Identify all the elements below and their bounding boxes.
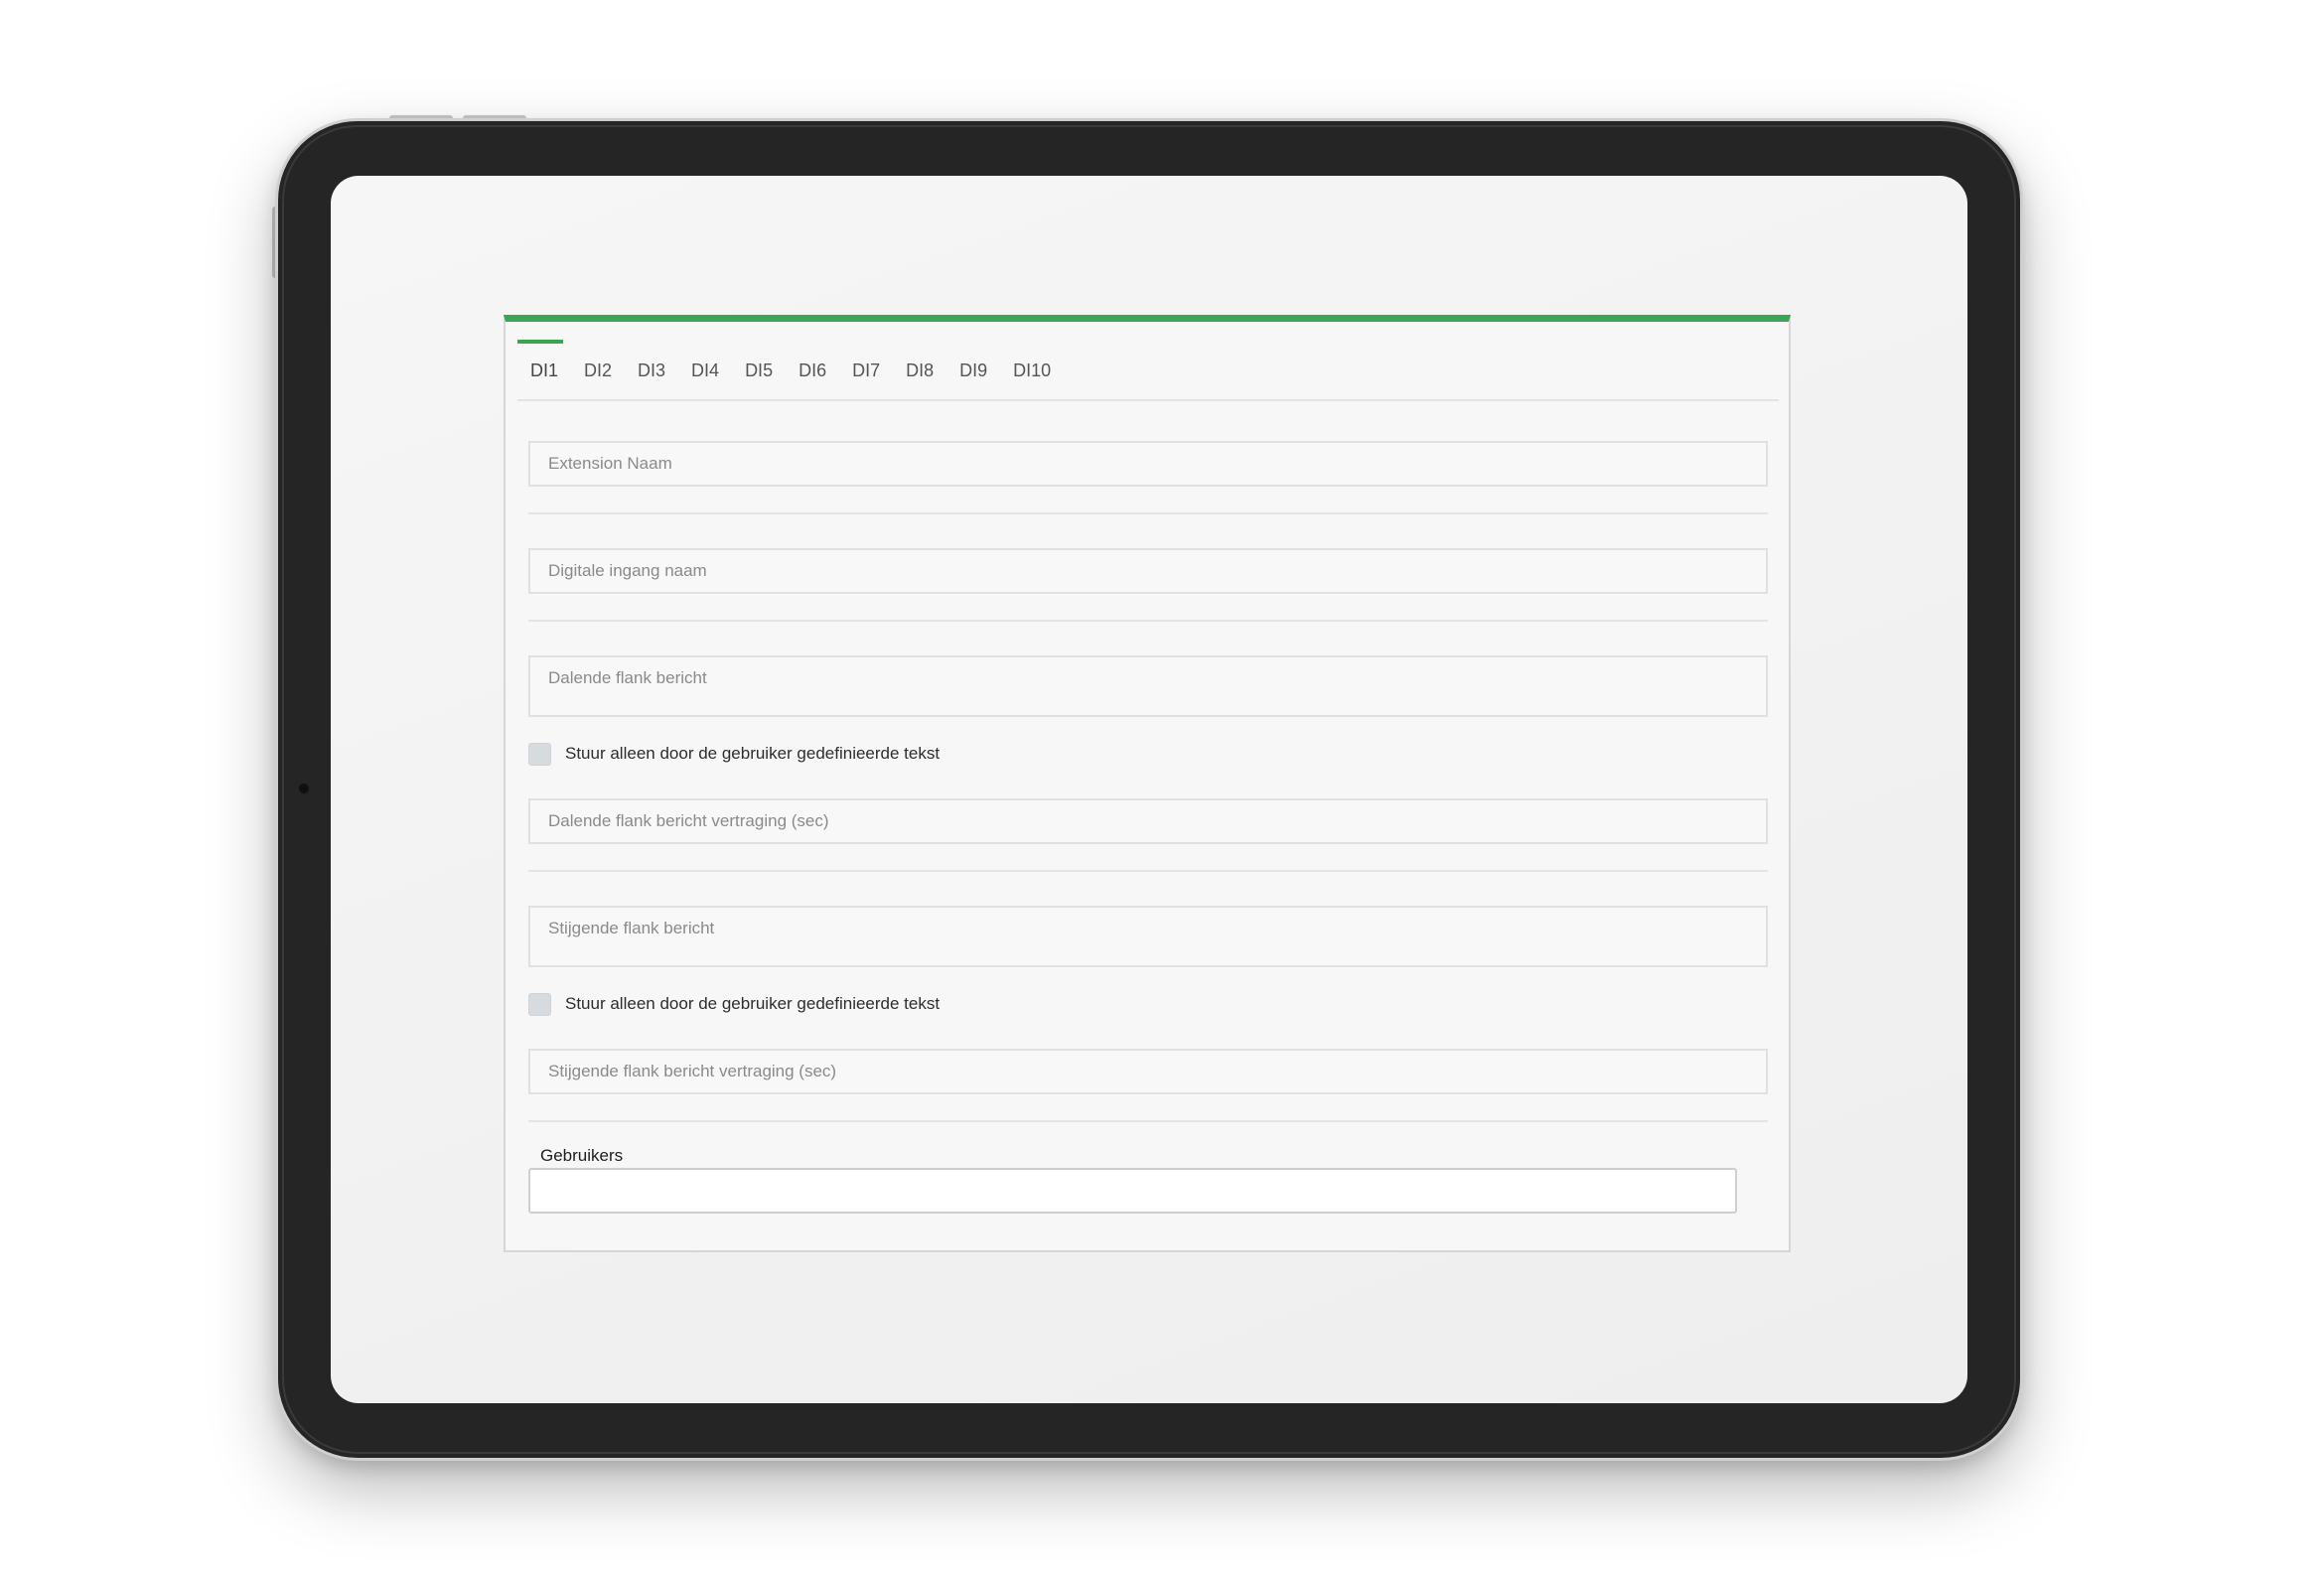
tab-di3[interactable]: DI3 <box>625 342 678 399</box>
extension-name-field[interactable]: Extension Naam <box>528 441 1768 487</box>
tab-di4[interactable]: DI4 <box>678 342 732 399</box>
settings-panel: DI1 DI2 DI3 DI4 DI5 DI6 DI7 DI8 DI9 DI10… <box>504 315 1791 1252</box>
tab-di6[interactable]: DI6 <box>786 342 839 399</box>
users-input[interactable] <box>528 1168 1737 1214</box>
falling-only-user-text-checkbox-row[interactable]: Stuur alleen door de gebruiker gedefinie… <box>528 741 940 767</box>
stage: DI1 DI2 DI3 DI4 DI5 DI6 DI7 DI8 DI9 DI10… <box>0 0 2324 1579</box>
tab-di9[interactable]: DI9 <box>946 342 1000 399</box>
falling-edge-delay-field[interactable]: Dalende flank bericht vertraging (sec) <box>528 798 1768 844</box>
rising-edge-delay-field[interactable]: Stijgende flank bericht vertraging (sec) <box>528 1049 1768 1094</box>
tab-di5[interactable]: DI5 <box>732 342 786 399</box>
rising-only-user-text-label: Stuur alleen door de gebruiker gedefinie… <box>565 994 941 1013</box>
tab-di7[interactable]: DI7 <box>839 342 893 399</box>
camera-icon <box>298 783 310 794</box>
divider <box>528 1120 1768 1122</box>
rising-edge-message-field[interactable]: Stijgende flank bericht <box>528 906 1768 967</box>
users-label: Gebruikers <box>540 1146 624 1165</box>
tab-bar: DI1 DI2 DI3 DI4 DI5 DI6 DI7 DI8 DI9 DI10 <box>517 340 1779 401</box>
falling-only-user-text-checkbox[interactable] <box>528 742 551 766</box>
divider <box>528 870 1768 872</box>
tab-di10[interactable]: DI10 <box>1000 342 1064 399</box>
tablet-screen: DI1 DI2 DI3 DI4 DI5 DI6 DI7 DI8 DI9 DI10… <box>331 176 1967 1403</box>
divider <box>528 512 1768 514</box>
divider <box>528 620 1768 622</box>
rising-only-user-text-checkbox-row[interactable]: Stuur alleen door de gebruiker gedefinie… <box>528 991 940 1017</box>
digital-input-name-field[interactable]: Digitale ingang naam <box>528 548 1768 594</box>
falling-only-user-text-label: Stuur alleen door de gebruiker gedefinie… <box>565 744 941 763</box>
falling-edge-message-field[interactable]: Dalende flank bericht <box>528 655 1768 717</box>
tab-di2[interactable]: DI2 <box>571 342 625 399</box>
tab-di8[interactable]: DI8 <box>893 342 946 399</box>
tab-di1[interactable]: DI1 <box>517 340 571 399</box>
rising-only-user-text-checkbox[interactable] <box>528 992 551 1016</box>
